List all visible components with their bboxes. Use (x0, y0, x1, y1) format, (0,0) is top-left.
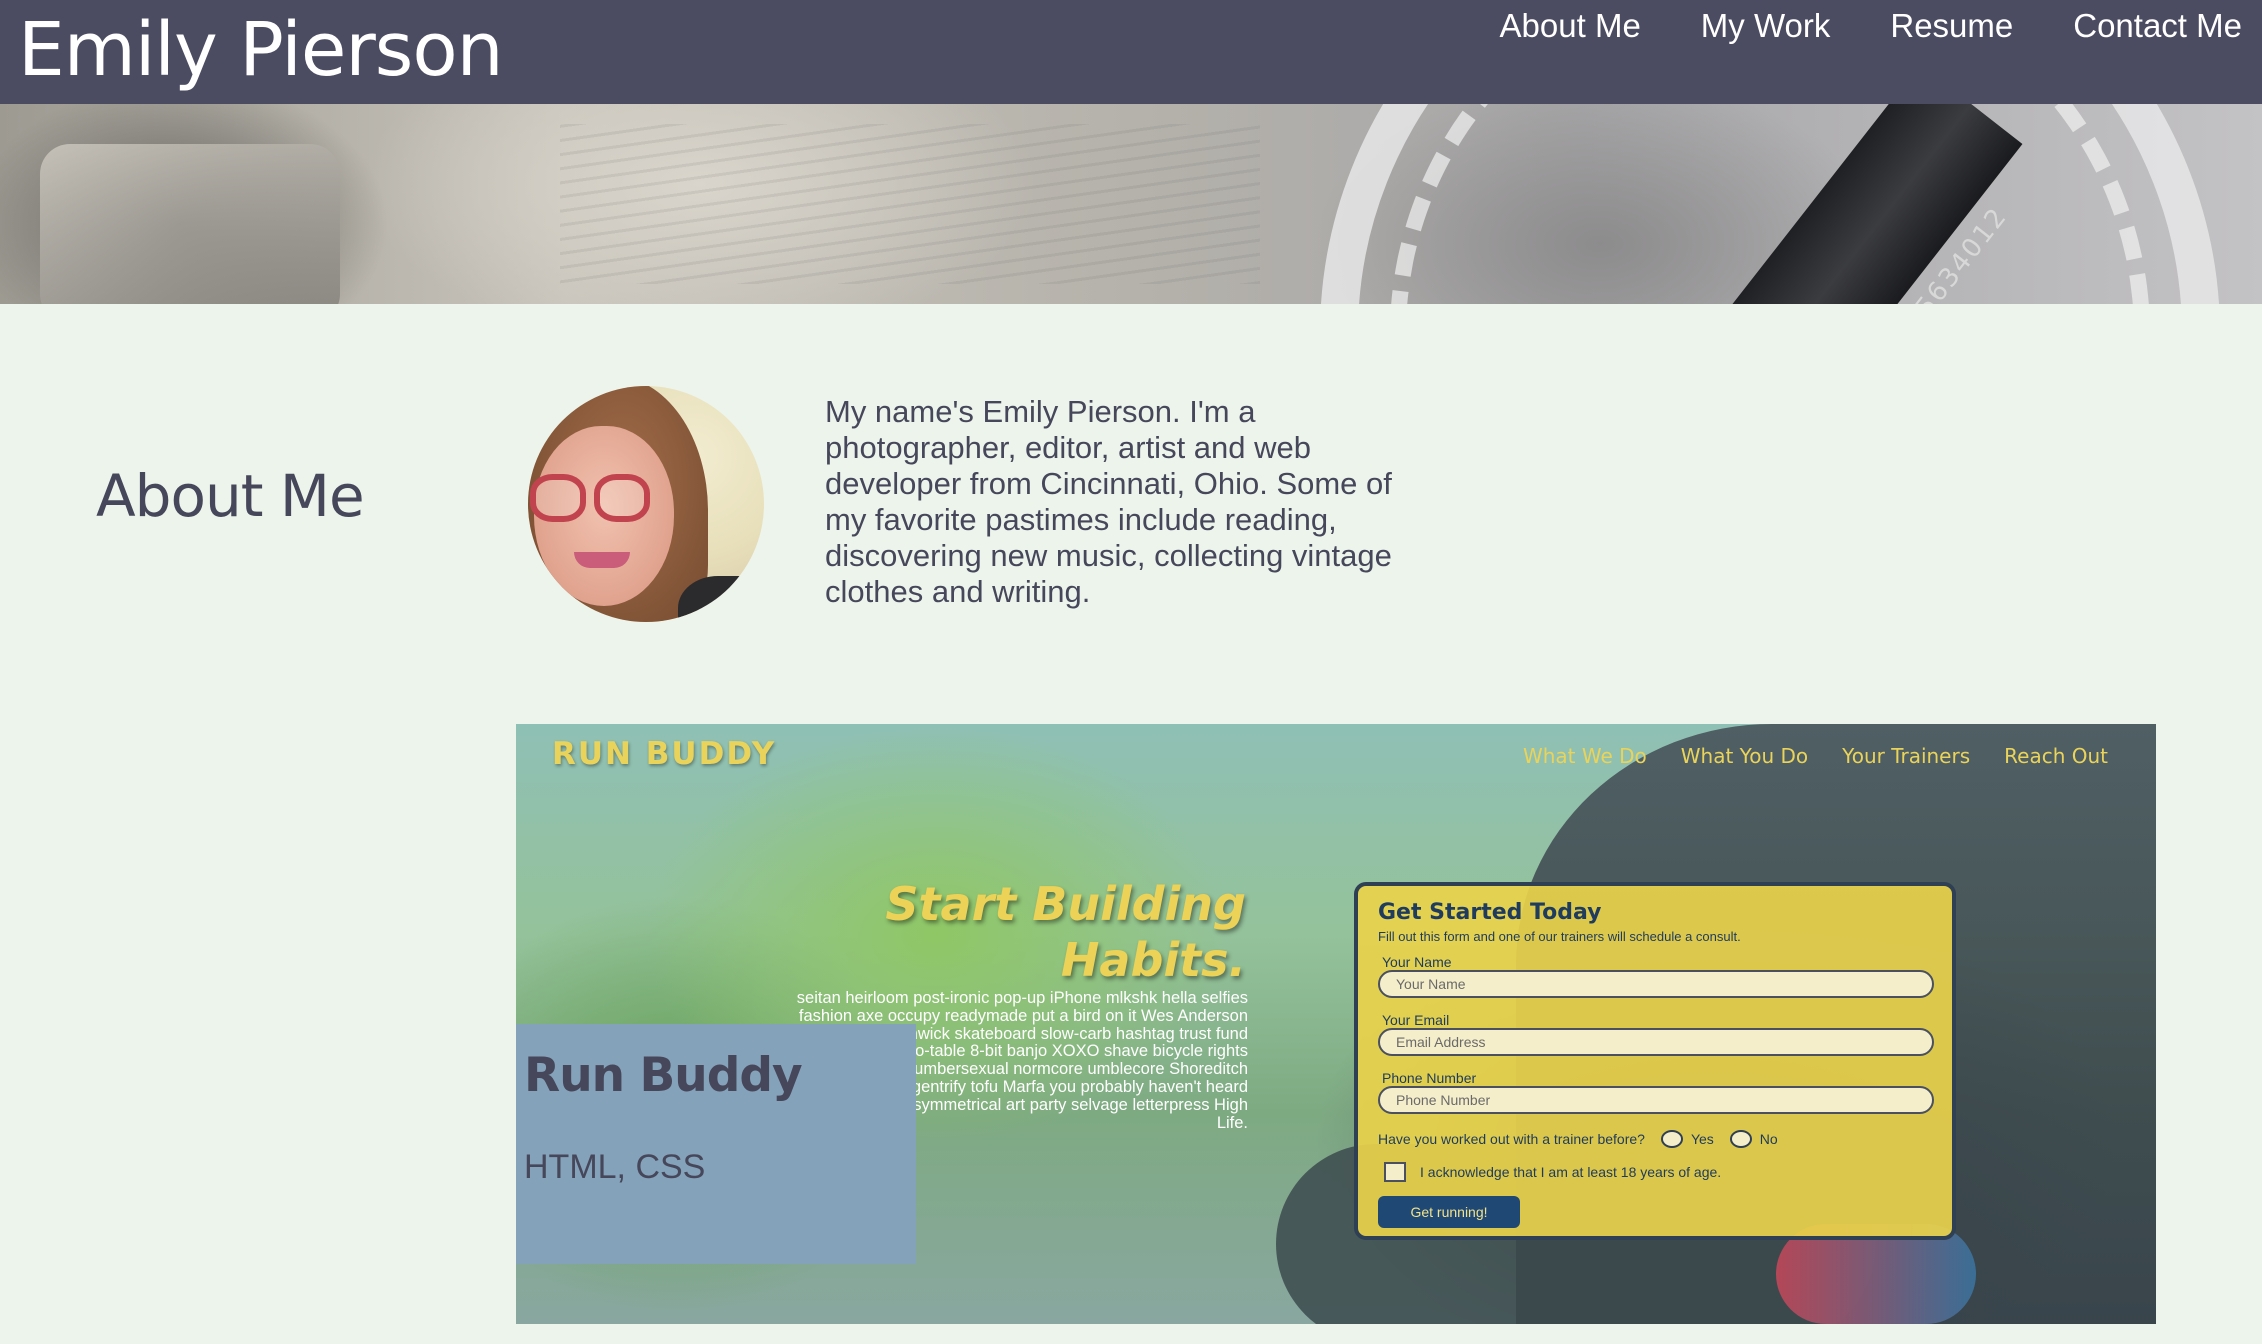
nav-my-work[interactable]: My Work (1701, 6, 1831, 46)
phone-input (1378, 1086, 1934, 1114)
get-running-button: Get running! (1378, 1196, 1520, 1228)
run-buddy-logo: RUN BUDDY (552, 736, 777, 772)
nav-about-me[interactable]: About Me (1500, 6, 1641, 46)
email-label: Your Email (1382, 1012, 1450, 1028)
age-checkbox-label: I acknowledge that I am at least 18 year… (1420, 1164, 1722, 1180)
age-checkbox (1384, 1162, 1406, 1182)
trainer-question-text: Have you worked out with a trainer befor… (1378, 1131, 1645, 1147)
age-acknowledge: I acknowledge that I am at least 18 year… (1378, 1162, 1932, 1182)
project-name: Run Buddy (524, 1048, 803, 1103)
profile-shirt (678, 576, 764, 622)
radio-yes (1660, 1130, 1683, 1148)
nav-contact-me[interactable]: Contact Me (2073, 6, 2242, 46)
radio-no-label: No (1759, 1131, 1778, 1147)
run-buddy-nav: What We Do What You Do Your Trainers Rea… (1523, 744, 2108, 768)
run-buddy-nav-your-trainers: Your Trainers (1842, 744, 1971, 768)
radio-yes-label: Yes (1690, 1131, 1714, 1147)
glasses-right-lens (594, 474, 650, 522)
site-title[interactable]: Emily Pierson (18, 2, 504, 98)
run-buddy-hero-title-line2: Habits. (1060, 933, 1246, 987)
profile-photo (528, 386, 764, 622)
radio-no (1729, 1130, 1752, 1148)
run-buddy-nav-reach-out: Reach Out (2004, 744, 2108, 768)
hero-book-pages (560, 124, 1260, 284)
about-bio: My name's Emily Pierson. I'm a photograp… (825, 394, 1392, 609)
project-card-run-buddy[interactable]: RUN BUDDY What We Do What You Do Your Tr… (516, 724, 2156, 1324)
name-label: Your Name (1382, 954, 1452, 970)
run-buddy-hero-title: Start Building Habits. (816, 876, 1246, 988)
about-heading: About Me (96, 462, 365, 530)
hero-banner-image: 5634012 (0, 104, 2262, 304)
hero-binder-clip (40, 144, 340, 304)
project-tech: HTML, CSS (524, 1148, 706, 1186)
glasses-left-lens (530, 474, 586, 522)
run-buddy-hero-title-line1: Start Building (885, 877, 1246, 931)
name-input (1378, 970, 1934, 998)
nav-resume[interactable]: Resume (1890, 6, 2013, 46)
form-title: Get Started Today (1378, 900, 1602, 925)
phone-label: Phone Number (1382, 1070, 1477, 1086)
run-buddy-signup-form: Get Started Today Fill out this form and… (1354, 882, 1956, 1240)
run-buddy-nav-what-we-do: What We Do (1522, 744, 1647, 768)
form-subtitle: Fill out this form and one of our traine… (1378, 929, 1741, 944)
profile-mouth (574, 552, 630, 568)
email-input (1378, 1028, 1934, 1056)
trainer-question: Have you worked out with a trainer befor… (1378, 1130, 1932, 1148)
site-header: Emily Pierson About Me My Work Resume Co… (0, 0, 2262, 104)
project-info-overlay[interactable]: Run Buddy HTML, CSS (516, 1024, 916, 1264)
run-buddy-nav-what-you-do: What You Do (1680, 744, 1809, 768)
main-nav: About Me My Work Resume Contact Me (1500, 6, 2242, 46)
